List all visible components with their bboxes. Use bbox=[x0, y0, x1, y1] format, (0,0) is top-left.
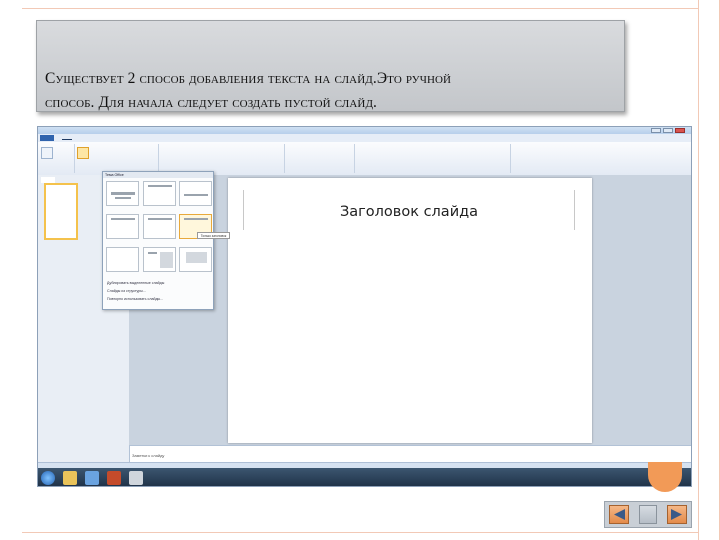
layout-two-content[interactable] bbox=[106, 214, 139, 239]
slide-frame-bottom-line bbox=[22, 532, 698, 533]
notes-placeholder: Заметки к слайду bbox=[132, 453, 165, 458]
layout-picture-with-caption[interactable] bbox=[179, 247, 212, 272]
ribbon-group-slides bbox=[74, 144, 159, 173]
slide-heading: Существует 2 способ добавления текста на… bbox=[45, 67, 618, 115]
arrow-left-icon bbox=[614, 509, 625, 520]
windows-taskbar bbox=[38, 468, 691, 486]
tab-animations[interactable] bbox=[154, 135, 166, 139]
decorative-orange-circle bbox=[648, 462, 682, 492]
next-slide-button[interactable] bbox=[667, 505, 687, 524]
arrow-right-icon bbox=[671, 509, 682, 520]
explorer-icon[interactable] bbox=[63, 471, 77, 485]
powerpoint-taskbar-icon[interactable] bbox=[107, 471, 121, 485]
app-titlebar bbox=[38, 127, 691, 134]
close-icon[interactable] bbox=[675, 128, 685, 133]
slide-title-placeholder: Заголовок слайда bbox=[339, 204, 479, 220]
ribbon-group-drawing bbox=[354, 144, 511, 173]
minimize-icon[interactable] bbox=[651, 128, 661, 133]
previous-slide-button[interactable] bbox=[609, 505, 629, 524]
ribbon-group-paragraph bbox=[284, 144, 355, 173]
layout-dropdown: Тема Office Дублировать выделенные слайд… bbox=[102, 171, 214, 310]
tab-transitions[interactable] bbox=[128, 135, 140, 139]
tab-file[interactable] bbox=[40, 135, 54, 141]
slide-heading-line-1: Существует 2 способ добавления текста на… bbox=[45, 70, 452, 87]
slide-canvas[interactable]: Заголовок слайда bbox=[228, 178, 592, 443]
paste-button[interactable] bbox=[41, 147, 53, 159]
menu-slides-from-outline[interactable]: Слайды из структуры... bbox=[107, 289, 146, 293]
tab-insert[interactable] bbox=[82, 135, 92, 139]
tab-design[interactable] bbox=[104, 135, 116, 139]
slide-thumbnail[interactable] bbox=[44, 183, 78, 240]
slide-navigation bbox=[604, 501, 692, 528]
layout-blank[interactable] bbox=[106, 247, 139, 272]
tab-home[interactable] bbox=[62, 135, 72, 140]
tab-slideshow[interactable] bbox=[180, 135, 192, 139]
slide-heading-box: Существует 2 способ добавления текста на… bbox=[36, 20, 625, 112]
ribbon-group-editing bbox=[510, 144, 572, 173]
new-slide-button[interactable] bbox=[77, 147, 89, 159]
layout-content-with-caption[interactable] bbox=[143, 247, 176, 272]
slide-heading-line-2: способ. Для начала следует создать пусто… bbox=[45, 94, 378, 111]
start-icon[interactable] bbox=[41, 471, 55, 485]
maximize-icon[interactable] bbox=[663, 128, 673, 133]
menu-duplicate-slides[interactable]: Дублировать выделенные слайды bbox=[107, 281, 164, 285]
layout-tooltip: Только заголовок bbox=[197, 232, 230, 239]
slide-frame-top-line bbox=[22, 8, 698, 9]
tab-view[interactable] bbox=[230, 135, 238, 139]
taskbar-app-icon[interactable] bbox=[129, 471, 143, 485]
slide-title-placeholder-box[interactable]: Заголовок слайда bbox=[243, 190, 575, 230]
notes-pane[interactable]: Заметки к слайду bbox=[130, 445, 691, 463]
layout-comparison[interactable] bbox=[143, 214, 176, 239]
layout-section-header[interactable] bbox=[179, 181, 212, 206]
layout-title-and-content[interactable] bbox=[143, 181, 176, 206]
ribbon-group-font bbox=[158, 144, 285, 173]
layout-title-slide[interactable] bbox=[106, 181, 139, 206]
slide-frame-right-border bbox=[698, 0, 720, 540]
tab-review[interactable] bbox=[206, 135, 218, 139]
ie-icon[interactable] bbox=[85, 471, 99, 485]
ribbon-group-clipboard bbox=[38, 144, 75, 173]
menu-reuse-slides[interactable]: Повторно использовать слайды... bbox=[107, 297, 163, 301]
layout-gallery-header: Тема Office bbox=[103, 172, 213, 178]
home-slide-button[interactable] bbox=[639, 505, 657, 524]
